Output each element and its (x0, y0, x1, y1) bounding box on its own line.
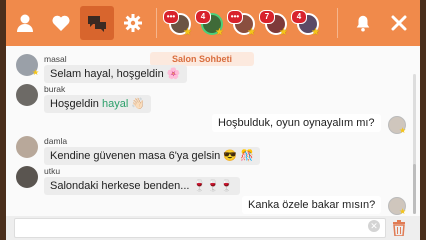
star-icon: ★ (399, 126, 407, 135)
profile-icon (17, 14, 33, 32)
profile-button[interactable] (8, 6, 42, 40)
chat-bubbles-icon (88, 16, 106, 32)
message-bubble: Hoşgeldin hayal 👋🏻 (44, 95, 152, 113)
settings-button[interactable] (116, 6, 150, 40)
bell-icon (356, 15, 370, 32)
message-bubble: Kendine güvenen masa 6'ya gelsin 😎 🎊 (44, 147, 260, 165)
sunglasses-emoji: 😎 🎊 (223, 150, 254, 162)
message-input[interactable] (14, 218, 386, 238)
notifications-button[interactable] (346, 6, 380, 40)
avatar[interactable] (16, 136, 38, 158)
trash-icon (393, 220, 405, 236)
app-frame: ••• ★ 4 ★ ••• ★ 7 ★ 4 ★ Salon Sohbeti ★ … (6, 0, 420, 240)
message-bubble: Selam hayal, hoşgeldin 🌸 (44, 65, 187, 83)
topbar-divider (156, 8, 157, 38)
flower-emoji: 🌸 (166, 68, 181, 80)
delete-button[interactable] (390, 219, 408, 237)
conversation-avatar-1[interactable]: ••• ★ (163, 6, 195, 40)
username: utku (44, 166, 61, 176)
conversation-avatar-5[interactable]: 4 ★ (291, 6, 323, 40)
message-text: Selam hayal, hoşgeldin (50, 68, 164, 80)
username: masal (44, 54, 67, 64)
message-text: Salondaki herkese benden... (50, 180, 190, 192)
star-icon: ★ (32, 68, 40, 77)
username: damla (44, 136, 68, 146)
message-text: Hoşbulduk, oyun oynayalım mı? (218, 117, 375, 129)
conversation-avatar-3[interactable]: ••• ★ (227, 6, 259, 40)
wave-emoji: 👋🏻 (131, 98, 146, 110)
heart-icon (52, 15, 70, 31)
scrollbar[interactable] (413, 74, 416, 214)
message-text: Hoşgeldin (50, 98, 99, 110)
avatar[interactable] (16, 166, 38, 188)
star-icon: ★ (215, 27, 224, 38)
star-icon: ★ (183, 27, 192, 38)
avatar[interactable] (16, 84, 38, 106)
message-bubble: Kanka özele bakar mısın? (242, 196, 382, 214)
room-label: Salon Sohbeti (150, 52, 254, 66)
top-bar: ••• ★ 4 ★ ••• ★ 7 ★ 4 ★ (6, 0, 420, 46)
unread-badge: 7 (259, 10, 275, 24)
chat-area: Salon Sohbeti ★ masal Selam hayal, hoşge… (6, 46, 420, 216)
topbar-right (331, 6, 420, 40)
conversation-avatar-2[interactable]: 4 ★ (195, 6, 227, 40)
message-input-bar: ✕ (6, 216, 420, 240)
conversation-avatar-4[interactable]: 7 ★ (259, 6, 291, 40)
message-text: Kanka özele bakar mısın? (248, 199, 376, 211)
favorites-button[interactable] (44, 6, 78, 40)
wine-emoji: 🍷🍷🍷 (192, 180, 234, 192)
username: burak (44, 84, 66, 94)
chat-button[interactable] (80, 6, 114, 40)
message-text: Kendine güvenen masa 6'ya gelsin (50, 150, 221, 162)
message-bubble: Salondaki herkese benden... 🍷🍷🍷 (44, 177, 240, 195)
unread-badge: ••• (227, 10, 243, 24)
star-icon: ★ (247, 27, 256, 38)
unread-badge: 4 (195, 10, 211, 24)
mention-text[interactable]: hayal (102, 98, 128, 110)
clear-input-icon[interactable]: ✕ (368, 220, 380, 232)
star-icon: ★ (279, 27, 288, 38)
unread-badge: ••• (163, 10, 179, 24)
close-button[interactable] (382, 6, 416, 40)
settings-gear-icon (124, 14, 142, 32)
unread-badge: 4 (291, 10, 307, 24)
star-icon: ★ (399, 207, 407, 216)
topbar-divider (337, 8, 338, 38)
close-icon (391, 15, 407, 31)
scrollbar-thumb[interactable] (413, 164, 416, 214)
message-bubble: Hoşbulduk, oyun oynayalım mı? (212, 114, 381, 132)
star-icon: ★ (311, 27, 320, 38)
